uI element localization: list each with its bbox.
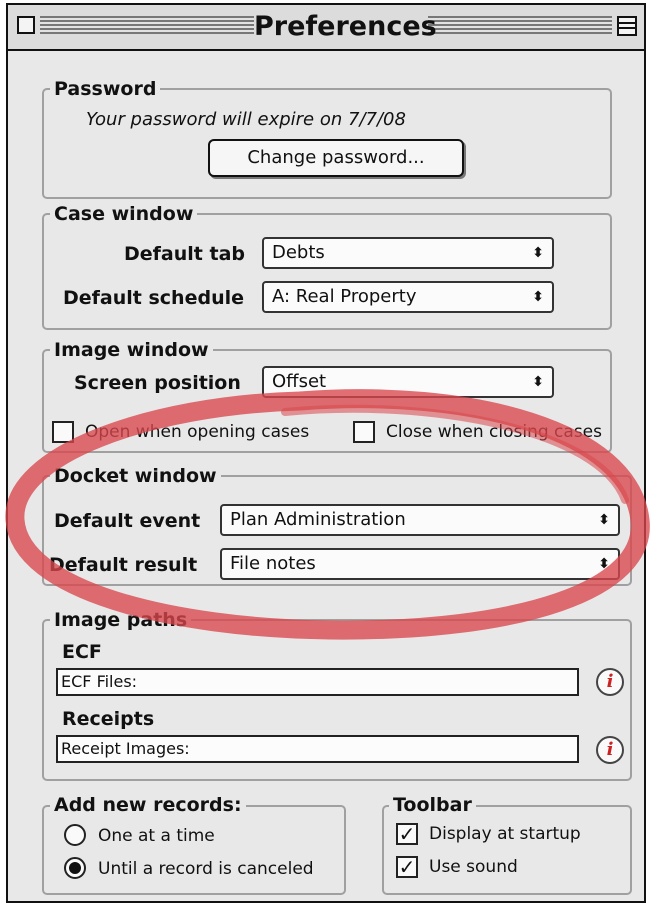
default-schedule-label: Default schedule — [63, 287, 244, 309]
one-at-a-time-label: One at a time — [98, 826, 215, 846]
default-tab-value: Debts — [272, 242, 325, 263]
default-tab-label: Default tab — [124, 243, 245, 265]
window-shade-icon[interactable] — [617, 16, 637, 36]
ecf-path-field[interactable]: ECF Files: — [56, 668, 579, 696]
info-icon[interactable]: i — [596, 736, 624, 764]
default-result-value: File notes — [230, 553, 316, 574]
close-box-icon[interactable] — [17, 16, 35, 34]
receipts-path-field[interactable]: Receipt Images: — [56, 735, 579, 763]
close-when-closing-label: Close when closing cases — [386, 422, 602, 442]
change-password-button[interactable]: Change password... — [208, 139, 464, 177]
until-canceled-radio[interactable] — [64, 857, 86, 879]
popup-arrows-icon: ⬍ — [532, 245, 544, 261]
preferences-window: Preferences Password Your password will … — [6, 3, 646, 903]
default-tab-select[interactable]: Debts ⬍ — [262, 237, 554, 269]
toolbar-group — [382, 805, 632, 895]
add-new-records-group — [42, 805, 346, 895]
window-title: Preferences — [254, 11, 437, 43]
open-when-opening-label: Open when opening cases — [85, 422, 310, 442]
default-event-label: Default event — [54, 510, 201, 532]
default-schedule-value: A: Real Property — [272, 286, 417, 307]
password-group-title: Password — [50, 78, 161, 100]
default-event-select[interactable]: Plan Administration ⬍ — [220, 504, 620, 536]
docket-window-group-title: Docket window — [50, 465, 221, 487]
receipts-label: Receipts — [62, 708, 155, 730]
display-at-startup-label: Display at startup — [429, 824, 581, 844]
use-sound-checkbox[interactable]: ✓ — [396, 856, 418, 878]
screen-position-label: Screen position — [74, 372, 241, 394]
popup-arrows-icon: ⬍ — [598, 512, 610, 528]
default-result-label: Default result — [49, 554, 198, 576]
screen-position-value: Offset — [272, 371, 327, 392]
image-window-group-title: Image window — [50, 339, 213, 361]
popup-arrows-icon: ⬍ — [532, 374, 544, 390]
add-new-records-group-title: Add new records: — [50, 794, 246, 816]
popup-arrows-icon: ⬍ — [598, 556, 610, 572]
image-paths-group-title: Image paths — [50, 609, 192, 631]
screen-position-select[interactable]: Offset ⬍ — [262, 366, 554, 398]
default-schedule-select[interactable]: A: Real Property ⬍ — [262, 281, 554, 313]
password-expire-text: Your password will expire on 7/7/08 — [86, 109, 406, 130]
close-when-closing-checkbox[interactable] — [353, 421, 375, 443]
display-at-startup-checkbox[interactable]: ✓ — [396, 823, 418, 845]
open-when-opening-checkbox[interactable] — [52, 421, 74, 443]
use-sound-label: Use sound — [429, 857, 518, 877]
popup-arrows-icon: ⬍ — [532, 289, 544, 305]
until-canceled-label: Until a record is canceled — [98, 859, 314, 879]
case-window-group-title: Case window — [50, 203, 198, 225]
info-icon[interactable]: i — [596, 668, 624, 696]
one-at-a-time-radio[interactable] — [64, 824, 86, 846]
default-result-select[interactable]: File notes ⬍ — [220, 548, 620, 580]
title-bar[interactable]: Preferences — [8, 5, 644, 51]
default-event-value: Plan Administration — [230, 509, 406, 530]
ecf-label: ECF — [62, 641, 102, 663]
toolbar-group-title: Toolbar — [389, 794, 476, 816]
